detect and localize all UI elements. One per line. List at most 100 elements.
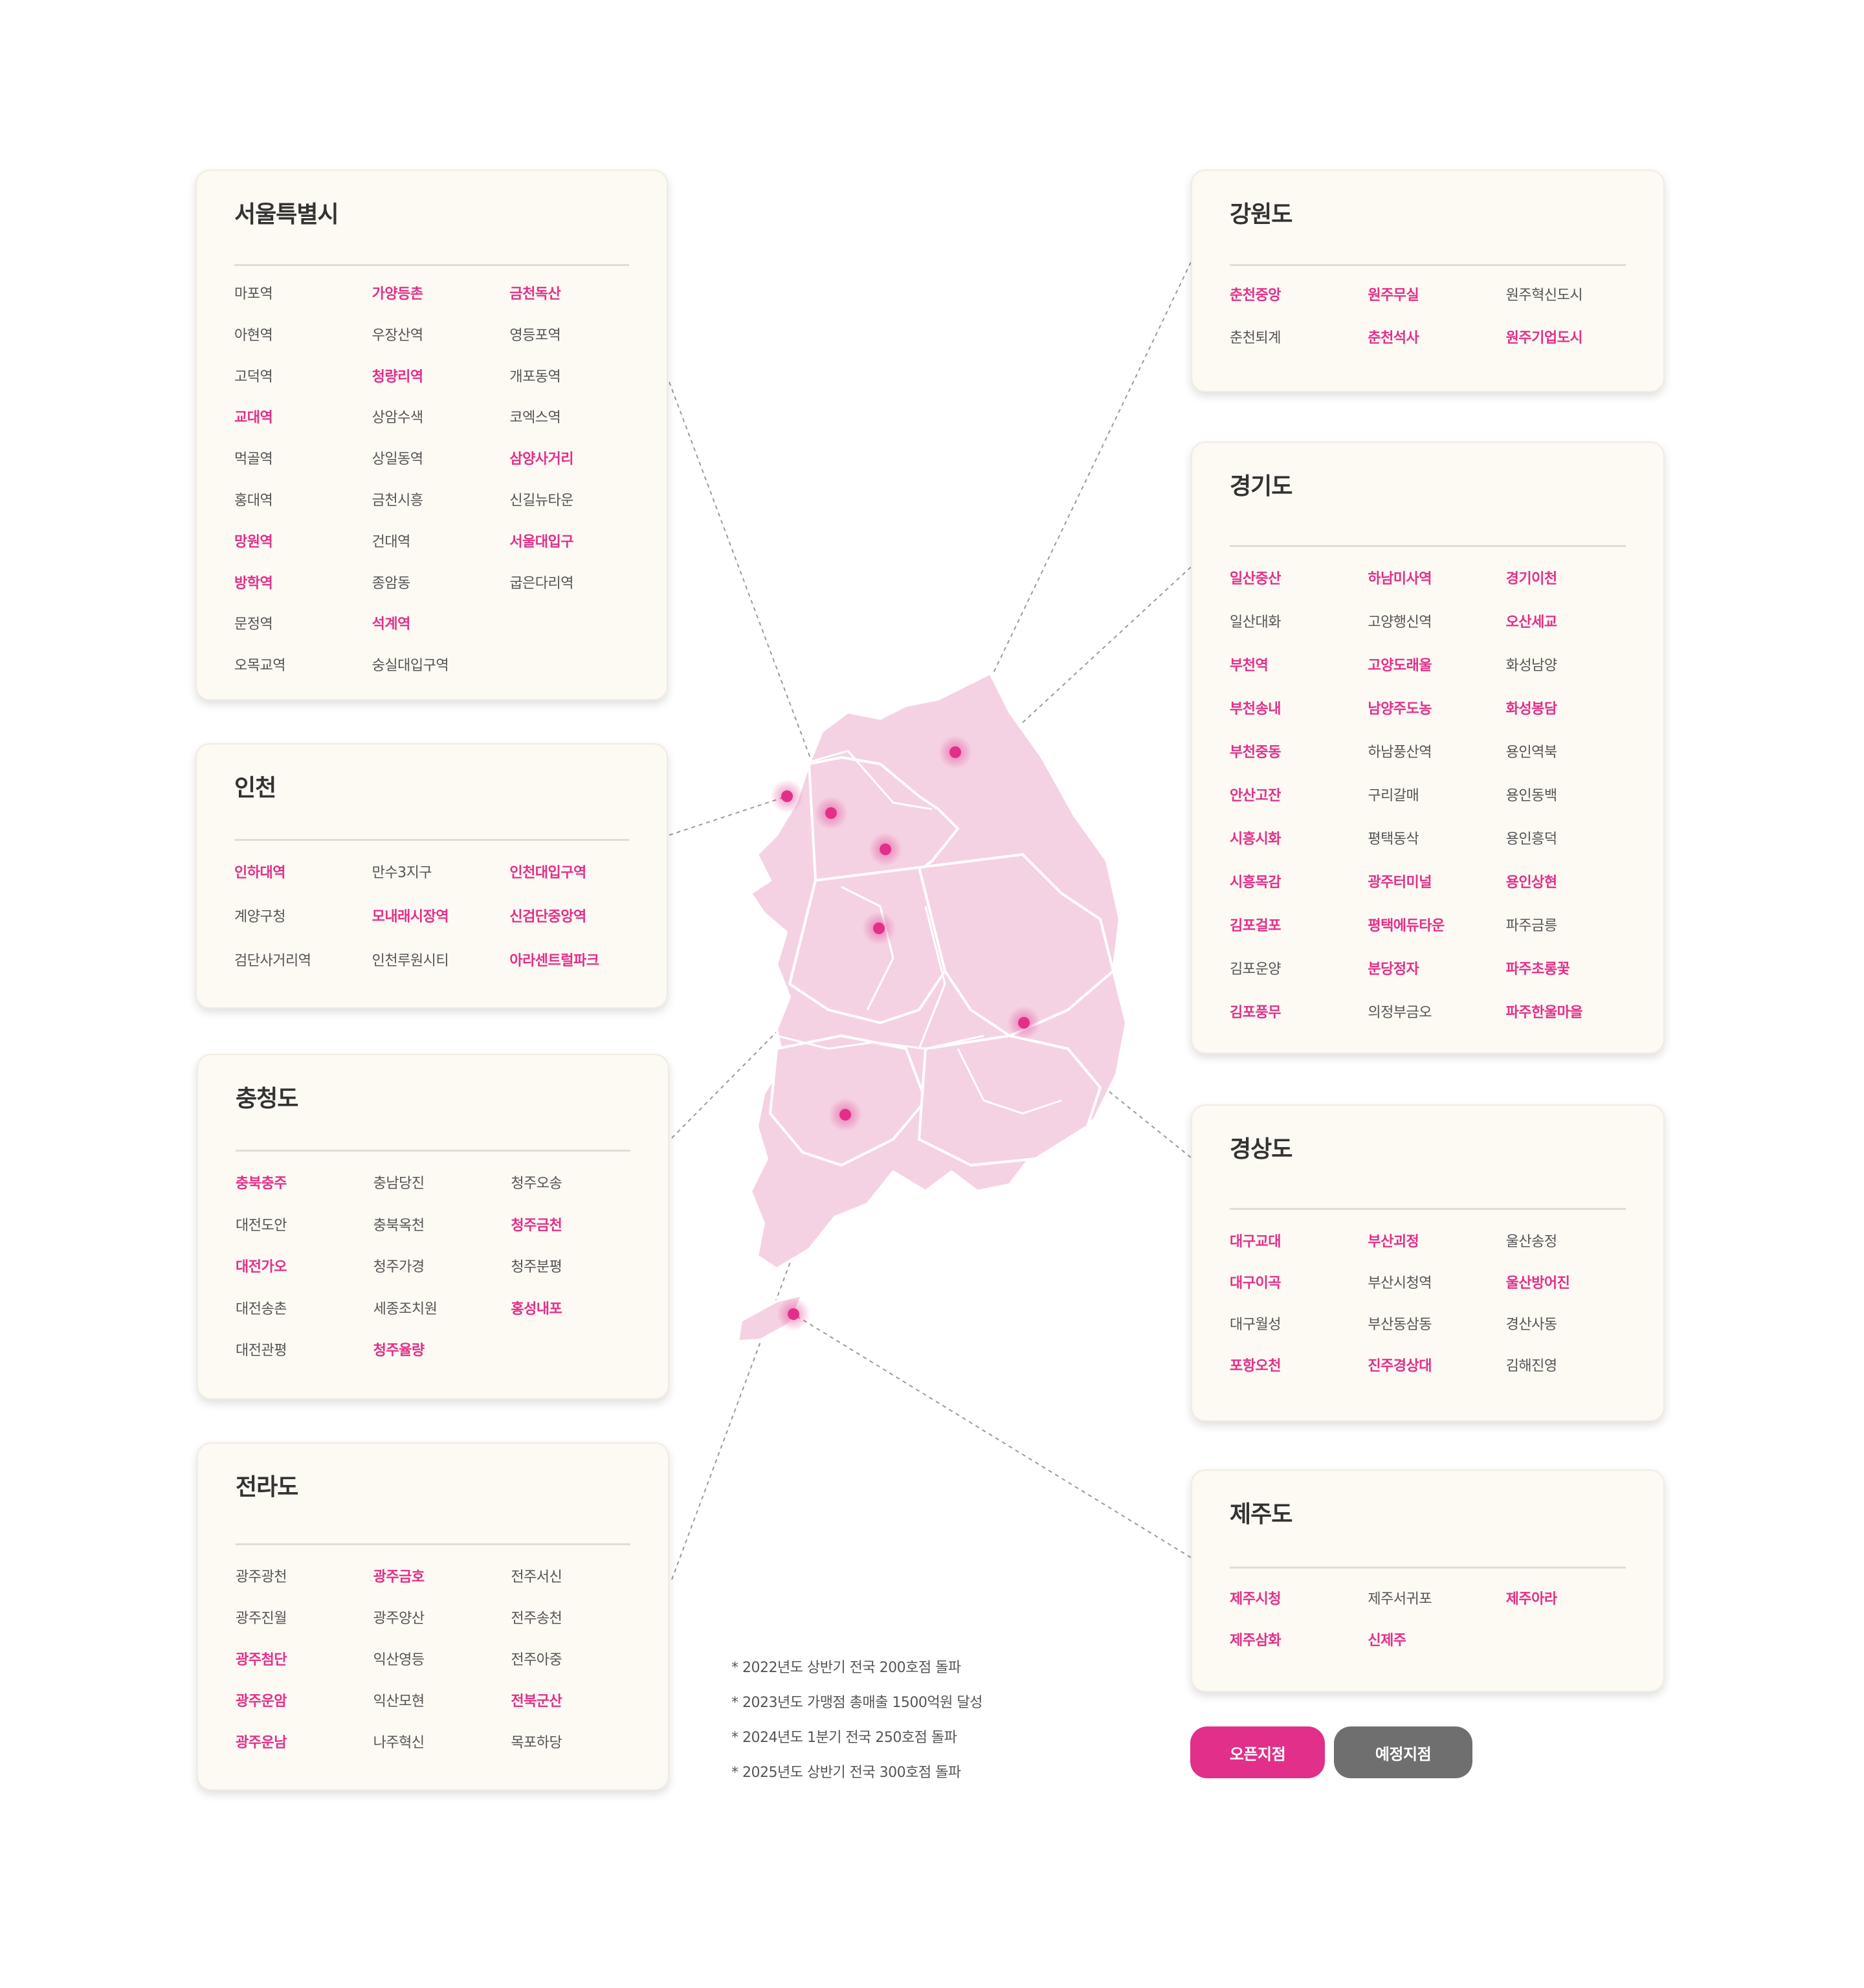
store-open[interactable]: 진주경상대	[1368, 1354, 1505, 1396]
store-planned[interactable]: 나주혁신	[373, 1731, 511, 1772]
store-planned[interactable]: 검단사거리역	[234, 949, 372, 993]
legend-planned-stores[interactable]: 예정지점	[1334, 1726, 1472, 1778]
store-open[interactable]: 경기이천	[1506, 567, 1644, 610]
store-open[interactable]: 일산중산	[1230, 567, 1368, 610]
store-open[interactable]: 신제주	[1368, 1629, 1505, 1670]
store-open[interactable]: 부천중동	[1230, 741, 1368, 784]
legend-open-stores[interactable]: 오픈지점	[1190, 1726, 1325, 1778]
store-planned[interactable]: 굽은다리역	[509, 572, 647, 613]
store-open[interactable]: 안산고잔	[1230, 784, 1368, 827]
store-open[interactable]: 광주운암	[236, 1690, 373, 1731]
store-planned[interactable]: 구리갈매	[1368, 784, 1505, 827]
store-open[interactable]: 용인상현	[1506, 871, 1644, 914]
store-planned[interactable]: 익산모현	[373, 1690, 511, 1731]
store-open[interactable]: 원주기업도시	[1506, 326, 1644, 369]
store-open[interactable]: 망원역	[234, 530, 372, 572]
store-planned[interactable]: 신길뉴타운	[509, 489, 647, 530]
store-open[interactable]: 제주시청	[1230, 1587, 1368, 1629]
store-planned[interactable]: 먹골역	[234, 447, 372, 489]
store-planned[interactable]: 영등포역	[509, 324, 647, 365]
store-open[interactable]: 광주운남	[236, 1731, 373, 1772]
store-planned[interactable]: 종암동	[372, 572, 510, 613]
store-planned[interactable]: 의정부금오	[1368, 1001, 1505, 1044]
store-open[interactable]: 삼양사거리	[509, 447, 647, 489]
store-planned[interactable]: 개포동역	[509, 365, 647, 407]
store-open[interactable]: 남양주도농	[1368, 697, 1505, 741]
store-open[interactable]: 부산괴정	[1368, 1230, 1505, 1271]
store-planned[interactable]: 계양구청	[234, 905, 372, 949]
store-planned[interactable]: 울산송정	[1506, 1230, 1644, 1271]
store-open[interactable]: 제주삼화	[1230, 1629, 1368, 1670]
store-planned[interactable]: 일산대화	[1230, 610, 1368, 654]
store-open[interactable]: 부천송내	[1230, 697, 1368, 741]
store-planned[interactable]: 충남당진	[373, 1172, 511, 1214]
store-open[interactable]: 고양도래울	[1368, 654, 1505, 697]
store-planned[interactable]: 광주광천	[236, 1565, 373, 1607]
store-open[interactable]: 가양등촌	[372, 282, 510, 324]
store-open[interactable]: 대전가오	[236, 1255, 373, 1297]
store-planned[interactable]: 세종조치원	[373, 1297, 511, 1339]
store-open[interactable]: 전북군산	[511, 1690, 649, 1731]
store-open[interactable]: 파주한울마을	[1506, 1001, 1644, 1044]
store-planned[interactable]: 마포역	[234, 282, 372, 324]
store-planned[interactable]: 전주송천	[511, 1607, 649, 1648]
store-planned[interactable]: 대전관평	[236, 1339, 373, 1381]
store-planned[interactable]: 용인흥덕	[1506, 827, 1644, 871]
store-planned[interactable]: 김포운양	[1230, 957, 1368, 1001]
store-open[interactable]: 석계역	[372, 612, 510, 654]
store-planned[interactable]: 오목교역	[234, 654, 372, 695]
store-open[interactable]: 청주율량	[373, 1339, 511, 1381]
store-planned[interactable]: 경산사동	[1506, 1313, 1644, 1354]
store-open[interactable]: 울산방어진	[1506, 1271, 1644, 1313]
store-planned[interactable]: 대전송촌	[236, 1297, 373, 1339]
store-open[interactable]: 대구이곡	[1230, 1271, 1368, 1313]
store-open[interactable]: 모내래시장역	[372, 905, 510, 949]
store-planned[interactable]: 청주가경	[373, 1255, 511, 1297]
store-open[interactable]: 시흥시화	[1230, 827, 1368, 871]
store-planned[interactable]: 부산동삼동	[1368, 1313, 1505, 1354]
store-open[interactable]: 파주초롱꽃	[1506, 957, 1644, 1001]
store-open[interactable]: 아라센트럴파크	[509, 949, 647, 993]
store-planned[interactable]: 광주양산	[373, 1607, 511, 1648]
store-planned[interactable]: 광주진월	[236, 1607, 373, 1648]
store-open[interactable]: 청주금천	[511, 1214, 649, 1256]
store-open[interactable]: 금천독산	[509, 282, 647, 324]
store-planned[interactable]: 만수3지구	[372, 861, 510, 905]
store-open[interactable]: 부천역	[1230, 654, 1368, 697]
store-open[interactable]: 원주무실	[1368, 284, 1505, 326]
store-planned[interactable]: 코엑스역	[509, 406, 647, 447]
store-planned[interactable]: 숭실대입구역	[372, 654, 510, 695]
store-open[interactable]: 청량리역	[372, 365, 510, 407]
store-planned[interactable]: 춘천퇴계	[1230, 326, 1368, 369]
store-open[interactable]: 제주아라	[1506, 1587, 1644, 1629]
store-planned[interactable]: 평택동삭	[1368, 827, 1505, 871]
store-planned[interactable]: 전주아중	[511, 1648, 649, 1690]
store-planned[interactable]: 화성남양	[1506, 654, 1644, 697]
store-planned[interactable]: 건대역	[372, 530, 510, 572]
store-planned[interactable]: 파주금릉	[1506, 914, 1644, 957]
store-planned[interactable]: 상일동역	[372, 447, 510, 489]
store-planned[interactable]: 목포하당	[511, 1731, 649, 1772]
store-open[interactable]: 오산세교	[1506, 610, 1644, 654]
store-open[interactable]: 서울대입구	[509, 530, 647, 572]
store-open[interactable]: 광주첨단	[236, 1648, 373, 1690]
store-planned[interactable]: 용인역북	[1506, 741, 1644, 784]
store-planned[interactable]: 용인동백	[1506, 784, 1644, 827]
store-planned[interactable]: 고덕역	[234, 365, 372, 407]
store-open[interactable]: 평택에듀타운	[1368, 914, 1505, 957]
store-planned[interactable]: 익산영등	[373, 1648, 511, 1690]
store-planned[interactable]: 고양행신역	[1368, 610, 1505, 654]
store-planned[interactable]: 문정역	[234, 612, 372, 654]
store-open[interactable]: 하남미사역	[1368, 567, 1505, 610]
store-planned[interactable]: 원주혁신도시	[1506, 284, 1644, 326]
store-planned[interactable]: 상암수색	[372, 406, 510, 447]
store-planned[interactable]: 청주분평	[511, 1255, 649, 1297]
store-open[interactable]: 홍성내포	[511, 1297, 649, 1339]
store-open[interactable]: 시흥목감	[1230, 871, 1368, 914]
store-planned[interactable]: 충북옥천	[373, 1214, 511, 1256]
store-open[interactable]: 화성봉담	[1506, 697, 1644, 741]
store-open[interactable]: 김포걸포	[1230, 914, 1368, 957]
store-planned[interactable]: 대전도안	[236, 1214, 373, 1256]
store-planned[interactable]: 홍대역	[234, 489, 372, 530]
store-planned[interactable]: 청주오송	[511, 1172, 649, 1214]
